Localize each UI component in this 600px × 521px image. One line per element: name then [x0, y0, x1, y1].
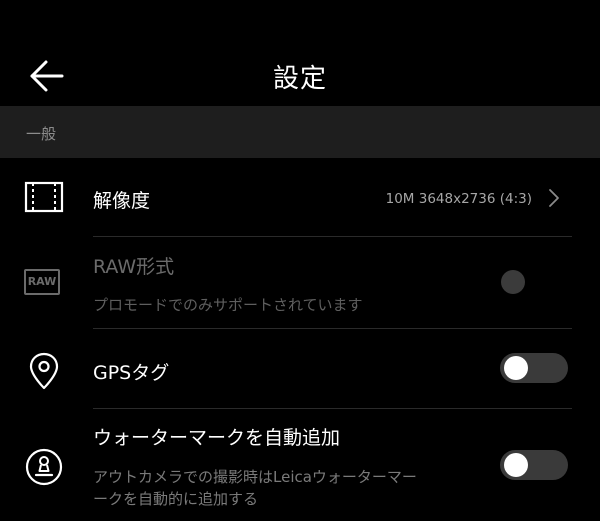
toggle-knob — [504, 356, 528, 380]
aspect-ratio-icon — [24, 181, 64, 213]
watermark-label: ウォーターマークを自動追加 — [93, 427, 341, 449]
watermark-description: アウトカメラでの撮影時はLeicaウォーターマー ークを自動的に追加する — [93, 466, 493, 510]
raw-format-toggle-disabled — [501, 270, 525, 294]
toggle-knob — [504, 453, 528, 477]
gps-tag-row[interactable]: GPSタグ — [0, 329, 600, 409]
raw-format-description: プロモードでのみサポートされています — [93, 296, 363, 314]
section-header-general: 一般 — [0, 106, 600, 158]
watermark-description-line1: アウトカメラでの撮影時はLeicaウォーターマー — [93, 468, 417, 486]
gps-tag-toggle[interactable] — [500, 353, 568, 383]
resolution-row[interactable]: 解像度 10M 3648x2736 (4:3) — [0, 158, 600, 236]
gps-tag-label: GPSタグ — [93, 362, 170, 384]
raw-icon: RAW — [24, 269, 60, 295]
chevron-right-icon — [549, 189, 559, 207]
location-pin-icon — [29, 352, 59, 390]
raw-format-row: RAW RAW形式 プロモードでのみサポートされています — [0, 237, 600, 329]
app-header: 設定 — [0, 0, 600, 106]
page-title: 設定 — [272, 64, 327, 94]
watermark-toggle[interactable] — [500, 450, 568, 480]
raw-format-label: RAW形式 — [93, 256, 175, 278]
stamp-icon — [25, 448, 63, 486]
settings-screen: 設定 一般 解像度 10M 3648x2736 (4:3) RAW RAW形式 … — [0, 0, 600, 521]
section-label: 一般 — [26, 125, 57, 143]
raw-icon-text: RAW — [27, 275, 57, 288]
watermark-description-line2: ークを自動的に追加する — [93, 490, 259, 508]
resolution-value: 10M 3648x2736 (4:3) — [385, 191, 532, 207]
watermark-row[interactable]: ウォーターマークを自動追加 アウトカメラでの撮影時はLeicaウォーターマー ー… — [0, 409, 600, 521]
resolution-label: 解像度 — [93, 190, 151, 212]
